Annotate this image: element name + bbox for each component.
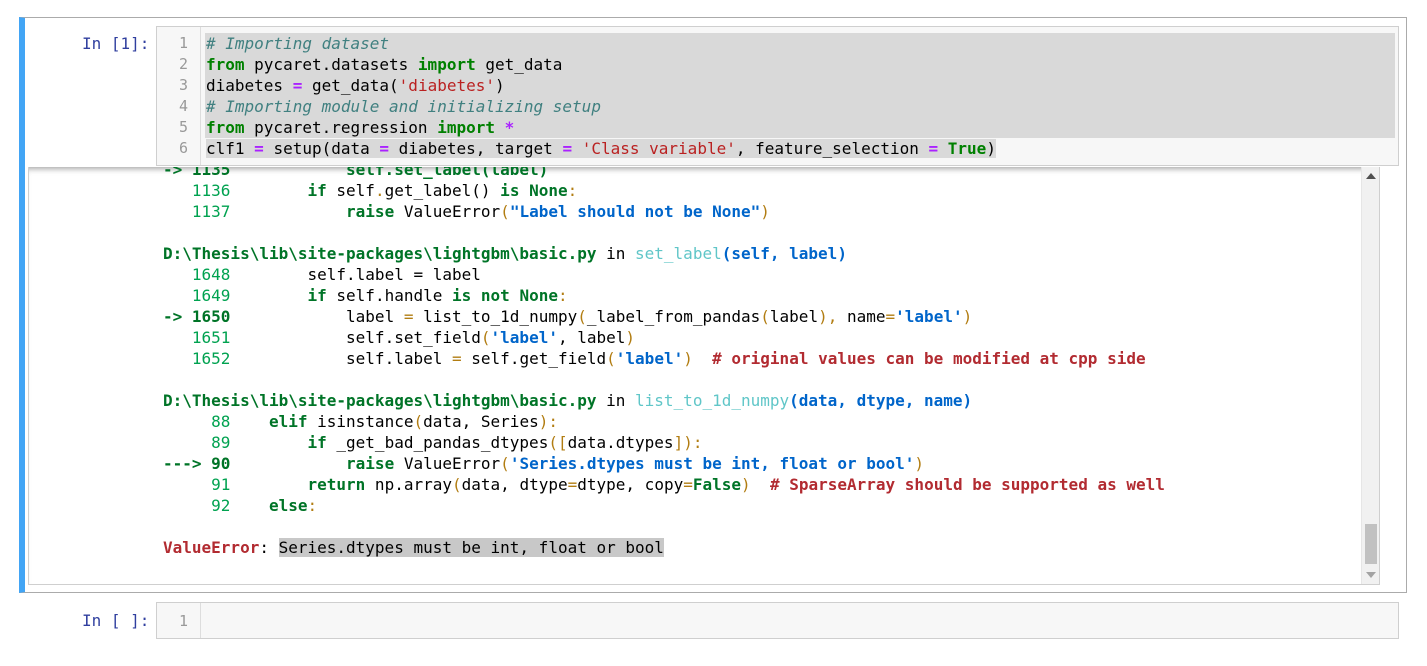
line-number: 6 xyxy=(178,139,188,157)
line-number: 3 xyxy=(178,76,188,94)
code-line: # Importing dataset xyxy=(205,33,1395,54)
line-number: 1 xyxy=(178,612,188,630)
traceback-line: 1652 self.label = self.get_field('label'… xyxy=(163,349,1146,368)
code-line: clf1 = setup(data = diabetes, target = '… xyxy=(206,139,996,158)
code-line: diabetes = get_data('diabetes') xyxy=(205,75,1395,96)
traceback-current-line: ---> 90 raise ValueError('Series.dtypes … xyxy=(163,454,925,473)
traceback-frame-header: D:\Thesis\lib\site-packages\lightgbm\bas… xyxy=(163,391,973,410)
output-scrollbar[interactable] xyxy=(1361,167,1379,584)
traceback-line: 1649 if self.handle is not None: xyxy=(163,286,568,305)
traceback-line: -> 1135 self.set_label(label) xyxy=(163,167,549,179)
traceback-line: 1136 if self.get_label() is None: xyxy=(163,181,578,200)
line-number-gutter: 1 2 3 4 5 6 xyxy=(157,27,201,165)
line-number: 1 xyxy=(178,34,188,52)
code-editor-2[interactable]: 1 xyxy=(156,602,1399,639)
traceback-line: 1648 self.label = label xyxy=(163,265,481,284)
traceback-current-line: -> 1650 label = list_to_1d_numpy(_label_… xyxy=(163,307,973,326)
traceback-line: 89 if _get_bad_pandas_dtypes([data.dtype… xyxy=(163,433,703,452)
code-line: from pycaret.regression import * xyxy=(205,117,1395,138)
line-number: 5 xyxy=(178,118,188,136)
error-message: ValueError: Series.dtypes must be int, f… xyxy=(163,538,664,557)
line-number: 4 xyxy=(178,97,188,115)
traceback-frame-header: D:\Thesis\lib\site-packages\lightgbm\bas… xyxy=(163,244,847,263)
input-prompt-2: In [ ]: xyxy=(82,611,150,630)
output-area[interactable]: -> 1135 self.set_label(label) 1136 if se… xyxy=(28,167,1380,585)
scroll-down-arrow-icon[interactable] xyxy=(1366,572,1376,578)
line-number-gutter: 1 xyxy=(157,603,201,638)
error-name: ValueError xyxy=(163,538,260,557)
traceback-line: 1137 raise ValueError("Label should not … xyxy=(163,202,770,221)
traceback-line: 1651 self.set_field('label', label) xyxy=(163,328,636,347)
scroll-up-arrow-icon[interactable] xyxy=(1366,173,1376,179)
traceback-line: 88 elif isinstance(data, Series): xyxy=(163,412,558,431)
scrollbar-thumb[interactable] xyxy=(1365,524,1377,564)
code-line: from pycaret.datasets import get_data xyxy=(205,54,1395,75)
error-text: Series.dtypes must be int, float or bool xyxy=(278,538,664,557)
traceback-line: 91 return np.array(data, dtype=dtype, co… xyxy=(163,475,1165,494)
code-text[interactable]: # Importing dataset from pycaret.dataset… xyxy=(205,33,1395,159)
code-editor[interactable]: 1 2 3 4 5 6 # Importing dataset from pyc… xyxy=(156,26,1399,166)
line-number: 2 xyxy=(178,55,188,73)
code-line: # Importing module and initializing setu… xyxy=(205,96,1395,117)
traceback-line: 92 else: xyxy=(163,496,318,515)
input-prompt: In [1]: xyxy=(82,34,150,53)
traceback: -> 1135 self.set_label(label) 1136 if se… xyxy=(163,167,1363,558)
